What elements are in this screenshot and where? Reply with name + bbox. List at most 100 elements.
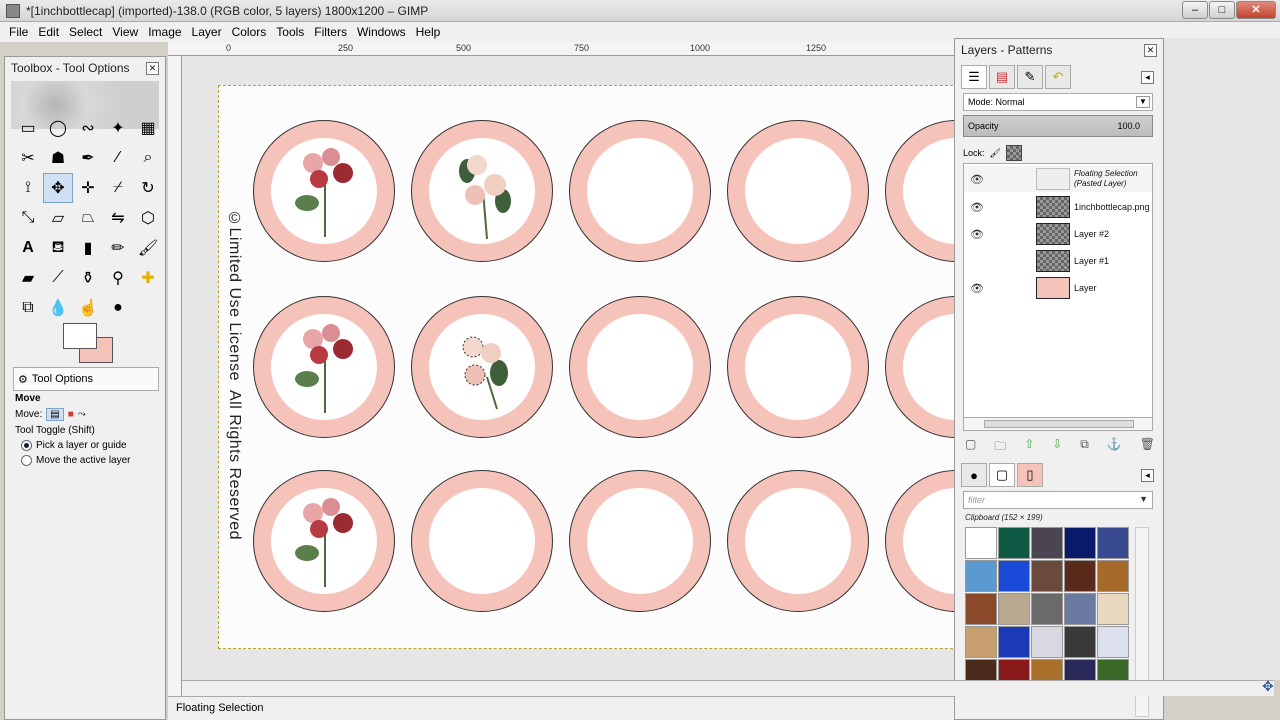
duplicate-layer-icon[interactable]: ⧉ [1080,437,1089,458]
visibility-eye-icon[interactable]: 👁 [964,201,990,214]
bucket-fill-tool-icon[interactable]: ⛾ [43,233,73,263]
minimize-button[interactable]: – [1182,1,1208,19]
tab-tool-options[interactable]: ⚙ Tool Options [13,367,159,391]
visibility-eye-icon[interactable]: 👁 [964,173,990,186]
move-tool-icon[interactable]: ✥ [43,173,73,203]
pattern-swatch[interactable] [1031,626,1063,658]
layer-row[interactable]: Layer #1 [964,248,1152,274]
move-layer-icon[interactable]: ▤ [46,408,64,421]
perspective-tool-icon[interactable]: ⏢ [73,203,103,233]
perspective-clone-tool-icon[interactable]: ⧉ [13,293,43,323]
layer-row[interactable]: 👁 Layer #2 [964,221,1152,247]
ink-tool-icon[interactable]: ⚱ [73,263,103,293]
blur-tool-icon[interactable]: 💧 [43,293,73,323]
pattern-filter-input[interactable]: filter ▼ [963,491,1153,509]
lower-layer-icon[interactable]: ⇩ [1052,437,1062,458]
pattern-swatch[interactable] [965,626,997,658]
canvas-hscrollbar[interactable] [182,680,1274,696]
pattern-swatch[interactable] [998,593,1030,625]
rect-select-tool-icon[interactable]: ▭ [13,113,43,143]
color-select-tool-icon[interactable]: ▦ [133,113,163,143]
pattern-swatch[interactable] [998,527,1030,559]
horizontal-ruler[interactable]: 0 250 500 750 1000 1250 [168,42,954,56]
tab-gradients-icon[interactable]: ▯ [1017,463,1043,487]
pattern-swatch[interactable] [1097,626,1129,658]
menu-help[interactable]: Help [411,25,446,39]
pattern-swatch[interactable] [965,527,997,559]
pattern-swatch[interactable] [1097,593,1129,625]
color-picker-tool-icon[interactable]: ⁄ [103,143,133,173]
radio-unchecked-icon[interactable] [21,455,32,466]
layer-row[interactable]: 👁 1inchbottlecap.png [964,194,1152,220]
clone-tool-icon[interactable]: ⚲ [103,263,133,293]
cage-tool-icon[interactable]: ⬡ [133,203,163,233]
menu-tools[interactable]: Tools [271,25,309,39]
raise-layer-icon[interactable]: ⇧ [1024,437,1034,458]
zoom-tool-icon[interactable]: ⌕ [133,143,163,173]
pattern-swatch[interactable] [998,560,1030,592]
menu-layer[interactable]: Layer [187,25,227,39]
tab-brushes-icon[interactable]: ● [961,463,987,487]
anchor-layer-icon[interactable]: ⚓ [1107,437,1122,458]
flip-tool-icon[interactable]: ⇋ [103,203,133,233]
foreground-color-swatch[interactable] [63,323,97,349]
tab-undo-icon[interactable]: ↶ [1045,65,1071,89]
pattern-swatch[interactable] [965,593,997,625]
opacity-slider[interactable]: Opacity 100.0 [963,115,1153,137]
tab-channels-icon[interactable]: ▤ [989,65,1015,89]
menu-windows[interactable]: Windows [352,25,411,39]
lock-alpha-icon[interactable] [1005,145,1022,161]
measure-tool-icon[interactable]: ⟟ [13,173,43,203]
lasso-tool-icon[interactable]: ∾ [73,113,103,143]
dock-menu-icon[interactable]: ◂ [1141,469,1154,482]
menu-file[interactable]: File [4,25,33,39]
pattern-swatch[interactable] [998,626,1030,658]
airbrush-tool-icon[interactable]: ⟋ [43,263,73,293]
menu-view[interactable]: View [107,25,143,39]
layer-mode-select[interactable]: Mode: Normal ▼ [963,93,1153,111]
layer-row[interactable]: 👁 Layer [964,275,1152,301]
vertical-ruler[interactable] [168,56,182,696]
pattern-swatch[interactable] [1097,560,1129,592]
new-layer-group-icon[interactable]: 🗀 [994,437,1006,458]
tab-paths-icon[interactable]: ✎ [1017,65,1043,89]
ellipse-select-tool-icon[interactable]: ◯ [43,113,73,143]
image-canvas[interactable]: ©Limited Use License All Rights Reserved [182,56,954,680]
radio-checked-icon[interactable] [21,440,32,451]
text-tool-icon[interactable]: A [13,233,43,263]
dock-menu-icon[interactable]: ◂ [1141,71,1154,84]
lock-pixels-icon[interactable]: 🖌 [990,148,1001,159]
move-path-icon[interactable]: ⤳ [78,409,86,420]
menu-colors[interactable]: Colors [227,25,272,39]
pattern-swatch[interactable] [965,560,997,592]
pencil-tool-icon[interactable]: ✏ [103,233,133,263]
close-icon[interactable]: ✕ [1144,43,1157,57]
menu-edit[interactable]: Edit [33,25,64,39]
paths-tool-icon[interactable]: ✒ [73,143,103,173]
menu-select[interactable]: Select [64,25,107,39]
crop-tool-icon[interactable]: ⌿ [103,173,133,203]
fg-bg-color-swatches[interactable] [63,323,119,367]
pattern-swatch[interactable] [1064,626,1096,658]
move-selection-icon[interactable]: ■ [68,409,74,420]
floating-selection-rose-image[interactable] [447,317,519,417]
visibility-eye-icon[interactable]: 👁 [964,282,990,295]
pattern-swatch[interactable] [1031,527,1063,559]
delete-layer-icon[interactable]: 🗑 [1140,437,1155,458]
menu-filters[interactable]: Filters [309,25,352,39]
layers-hscrollbar[interactable] [963,417,1153,431]
pattern-swatch[interactable] [1097,527,1129,559]
rotate-tool-icon[interactable]: ↻ [133,173,163,203]
image-page[interactable]: ©Limited Use License All Rights Reserved [218,85,954,649]
tab-layers-icon[interactable]: ☰ [961,65,987,89]
pattern-swatch[interactable] [1064,527,1096,559]
visibility-eye-icon[interactable]: 👁 [964,228,990,241]
move-active-layer-option[interactable]: Move the active layer [5,453,165,468]
heal-tool-icon[interactable]: ✚ [133,263,163,293]
dodge-burn-tool-icon[interactable]: ● [103,293,133,323]
new-layer-icon[interactable]: ▢ [965,437,976,458]
shear-tool-icon[interactable]: ▱ [43,203,73,233]
fuzzy-select-tool-icon[interactable]: ✦ [103,113,133,143]
blend-tool-icon[interactable]: ▮ [73,233,103,263]
paintbrush-tool-icon[interactable]: 🖌 [133,233,163,263]
